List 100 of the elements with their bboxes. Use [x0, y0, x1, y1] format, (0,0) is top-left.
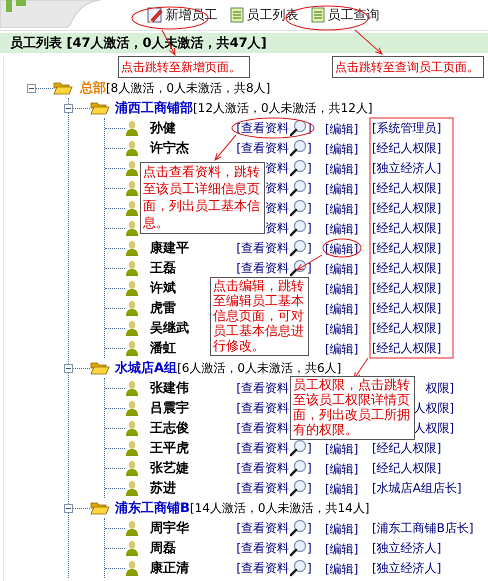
- edit-link[interactable]: [编辑]: [325, 122, 358, 136]
- permission-link[interactable]: [水城店A组店长]: [372, 480, 462, 494]
- permission-link[interactable]: [经纪人权限]: [372, 300, 442, 314]
- view-profile-link[interactable]: 资料: [265, 180, 289, 194]
- count-summary: [8人激活，0人未激活，共8人]: [106, 80, 270, 96]
- collapse-toggle[interactable]: [64, 504, 73, 512]
- edit-link[interactable]: [编辑]: [325, 342, 358, 356]
- folder-icon: [90, 101, 110, 115]
- edit-link[interactable]: [编辑]: [325, 282, 358, 296]
- search-icon[interactable]: [289, 119, 307, 137]
- permission-link[interactable]: [独立经济人]: [372, 560, 442, 574]
- permission-link[interactable]: 人权限]: [413, 400, 454, 414]
- collapse-toggle[interactable]: [64, 104, 73, 112]
- person-icon: [125, 540, 139, 556]
- search-icon[interactable]: [289, 159, 307, 177]
- permission-link[interactable]: [经纪人权限]: [372, 180, 442, 194]
- permission-link[interactable]: [经纪人权限]: [372, 440, 442, 454]
- permission-link[interactable]: [系统管理员]: [372, 120, 442, 134]
- permission-link[interactable]: [独立经济人]: [372, 540, 442, 554]
- permission-link[interactable]: [经纪人权限]: [372, 220, 442, 234]
- search-icon[interactable]: [289, 199, 307, 217]
- search-icon[interactable]: [289, 479, 307, 497]
- group-name[interactable]: 浦东工商铺B: [115, 499, 190, 517]
- search-icon[interactable]: [289, 259, 307, 277]
- employee-name: 王磊: [150, 261, 176, 276]
- permission-link[interactable]: 权限]: [425, 380, 454, 394]
- permission-link[interactable]: [经纪人权限]: [372, 280, 442, 294]
- person-icon: [125, 380, 139, 396]
- group-name[interactable]: 浦西工商铺部: [115, 99, 193, 117]
- person-icon: [125, 400, 139, 416]
- group-name[interactable]: 水城店A组: [115, 359, 178, 377]
- view-profile-link[interactable]: [查看资料: [236, 380, 289, 394]
- view-profile-link[interactable]: 资料: [265, 220, 289, 234]
- view-profile-link[interactable]: [查看资料: [236, 440, 289, 454]
- view-profile-link[interactable]: [查看资料: [236, 480, 289, 494]
- annotation-note: 点击跳转至查询员工页面。: [332, 56, 484, 78]
- view-profile-link[interactable]: [查看资料: [236, 560, 289, 574]
- document-icon: [310, 7, 324, 23]
- edit-link[interactable]: [编辑]: [325, 302, 358, 316]
- search-icon[interactable]: [289, 519, 307, 537]
- view-profile-link[interactable]: [查看资料: [236, 420, 289, 434]
- employee-name: 张艺婕: [150, 461, 189, 476]
- permission-link[interactable]: [浦东工商铺B店长]: [372, 520, 474, 534]
- edit-link[interactable]: [编辑]: [325, 142, 358, 156]
- permission-link[interactable]: [经纪人权限]: [372, 340, 442, 354]
- view-profile-link[interactable]: [查看资料: [236, 240, 289, 254]
- employee-name: 王志俊: [150, 421, 189, 436]
- permission-link[interactable]: [经纪人权限]: [372, 240, 442, 254]
- view-profile-link[interactable]: [查看资料: [236, 520, 289, 534]
- edit-link[interactable]: [编辑]: [325, 202, 358, 216]
- employee-name: 张建伟: [150, 381, 189, 396]
- view-profile-link[interactable]: [查看资料: [236, 140, 289, 154]
- search-icon[interactable]: [289, 459, 307, 477]
- search-icon[interactable]: [289, 559, 307, 577]
- search-icon[interactable]: [289, 179, 307, 197]
- edit-link[interactable]: [编辑]: [325, 222, 358, 236]
- view-profile-link[interactable]: [查看资料: [236, 400, 289, 414]
- view-profile-link[interactable]: 资料: [265, 200, 289, 214]
- collapse-toggle[interactable]: [64, 364, 73, 372]
- person-icon: [125, 520, 139, 536]
- search-icon[interactable]: [289, 139, 307, 157]
- edit-link[interactable]: [编辑]: [325, 442, 358, 456]
- view-profile-link[interactable]: [查看资料: [236, 260, 289, 274]
- edit-link[interactable]: [编辑]: [325, 562, 358, 576]
- person-icon: [125, 560, 139, 576]
- permission-link[interactable]: [经纪人权限]: [372, 260, 442, 274]
- view-profile-link[interactable]: 资料: [265, 160, 289, 174]
- edit-link[interactable]: [编辑]: [325, 162, 358, 176]
- bracket-text: ]: [307, 201, 312, 215]
- person-icon: [125, 320, 139, 336]
- employee-name: 虎雷: [150, 301, 176, 316]
- permission-link[interactable]: [独立经济人]: [372, 160, 442, 174]
- search-icon[interactable]: [289, 219, 307, 237]
- edit-link[interactable]: [编辑]: [325, 542, 358, 556]
- view-profile-link[interactable]: [查看资料: [236, 120, 289, 134]
- view-profile-link[interactable]: [查看资料: [236, 460, 289, 474]
- permission-link[interactable]: 人权限]: [413, 420, 454, 434]
- edit-link[interactable]: [编辑]: [325, 262, 358, 276]
- folder-icon: [90, 501, 110, 515]
- collapse-toggle[interactable]: [27, 84, 36, 92]
- edit-link[interactable]: [编辑]: [325, 462, 358, 476]
- view-profile-link[interactable]: [查看资料: [236, 540, 289, 554]
- employee-name: 周宇华: [150, 521, 189, 536]
- search-icon[interactable]: [289, 439, 307, 457]
- document-icon: [230, 7, 244, 23]
- pencil-icon: [146, 7, 162, 23]
- employee-name: 王平虎: [150, 441, 189, 456]
- search-icon[interactable]: [289, 239, 307, 257]
- permission-link[interactable]: [经纪人权限]: [372, 460, 442, 474]
- permission-link[interactable]: [经纪人权限]: [372, 320, 442, 334]
- annotation-note: 员工权限，点击跳转至该员工权限详情页面，列出改员工所拥有的权限。: [290, 376, 415, 440]
- edit-link[interactable]: [编辑]: [325, 182, 358, 196]
- permission-link[interactable]: [经纪人权限]: [372, 140, 442, 154]
- permission-link[interactable]: [经纪人权限]: [372, 200, 442, 214]
- employee-name: 潘虹: [150, 341, 176, 356]
- edit-link[interactable]: [编辑]: [325, 522, 358, 536]
- edit-link[interactable]: [编辑]: [325, 482, 358, 496]
- search-icon[interactable]: [289, 539, 307, 557]
- edit-link[interactable]: [编辑]: [325, 322, 358, 336]
- bracket-text: ]: [307, 481, 312, 495]
